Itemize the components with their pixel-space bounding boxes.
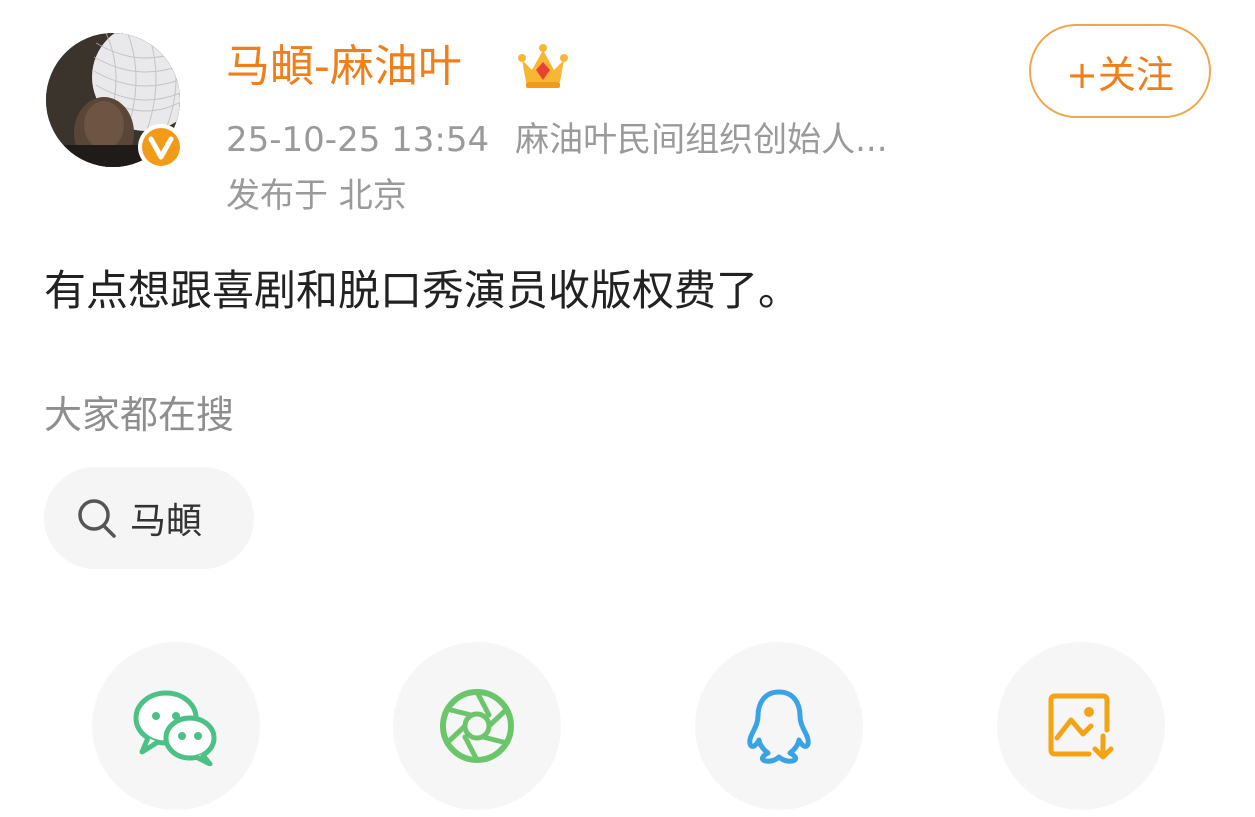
post-source[interactable]: 麻油叶民间组织创始人... — [515, 120, 887, 160]
username[interactable]: 马頔-麻油叶 — [226, 40, 462, 94]
wechat-icon — [130, 686, 222, 766]
follow-button[interactable]: +关注 — [1029, 24, 1211, 118]
verified-badge-icon — [136, 122, 186, 172]
qq-icon — [744, 686, 814, 766]
search-chip-label: 马頔 — [130, 501, 203, 542]
share-moments-button[interactable] — [393, 642, 561, 810]
search-chip[interactable]: 马頔 — [44, 467, 254, 569]
crown-icon — [516, 40, 570, 92]
post-text: 有点想跟喜剧和脱口秀演员收版权费了。 — [44, 266, 801, 315]
search-heading: 大家都在搜 — [44, 393, 235, 437]
share-qq-button[interactable] — [695, 642, 863, 810]
moments-icon — [438, 687, 516, 765]
search-icon — [74, 495, 120, 541]
save-image-button[interactable] — [997, 642, 1165, 810]
share-wechat-button[interactable] — [92, 642, 260, 810]
post-meta: 25-10-25 13:54 麻油叶民间组织创始人... — [226, 118, 888, 162]
save-image-icon — [1045, 690, 1117, 762]
post-location: 发布于 北京 — [226, 176, 407, 216]
post-timestamp: 25-10-25 13:54 — [226, 120, 490, 160]
